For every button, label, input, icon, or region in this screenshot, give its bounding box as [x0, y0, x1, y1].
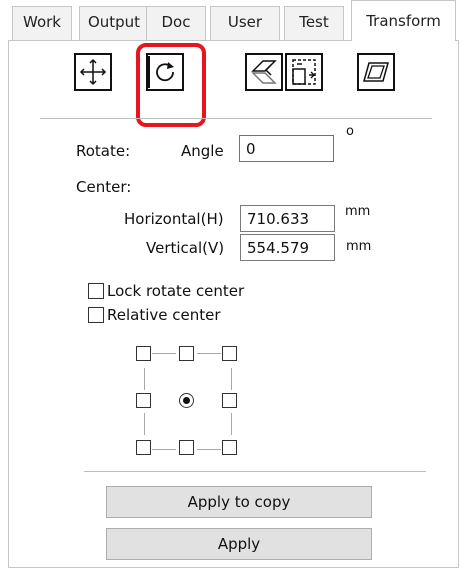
lock-rotate-center-label[interactable]: Lock rotate center — [107, 281, 244, 301]
center-label: Center: — [76, 178, 132, 196]
grid-line — [144, 413, 145, 435]
scale-tool-button[interactable] — [285, 53, 323, 91]
relative-center-label[interactable]: Relative center — [107, 305, 221, 325]
skew-icon — [363, 62, 389, 82]
tab-user[interactable]: User — [210, 6, 280, 40]
anchor-middle-right[interactable] — [222, 393, 237, 408]
anchor-bottom-center[interactable] — [179, 440, 194, 455]
grid-line — [231, 413, 232, 435]
anchor-top-right[interactable] — [222, 346, 237, 361]
rotate-label: Rotate: — [76, 142, 131, 160]
anchor-bottom-left[interactable] — [136, 440, 151, 455]
scale-icon — [292, 59, 316, 85]
tab-doc[interactable]: Doc — [146, 6, 206, 40]
grid-divider — [84, 471, 426, 472]
anchor-middle-left[interactable] — [136, 393, 151, 408]
toolbar-divider — [40, 118, 432, 119]
move-icon — [79, 58, 107, 86]
angle-input[interactable] — [239, 135, 334, 162]
lock-rotate-center-checkbox[interactable] — [88, 283, 104, 299]
horizontal-label: Horizontal(H) — [124, 210, 224, 228]
grid-line — [144, 368, 145, 390]
skew-tool-button[interactable] — [357, 53, 395, 91]
tab-output[interactable]: Output — [79, 6, 149, 40]
apply-to-copy-button[interactable]: Apply to copy — [106, 486, 372, 518]
grid-line — [231, 368, 232, 390]
tab-bar: Work Output Doc User Test Transform — [0, 0, 467, 41]
anchor-bottom-right[interactable] — [222, 440, 237, 455]
tab-work[interactable]: Work — [12, 6, 72, 40]
apply-button[interactable]: Apply — [106, 528, 372, 560]
vertical-unit: mm — [346, 239, 372, 254]
tab-transform[interactable]: Transform — [351, 0, 456, 41]
horizontal-input[interactable] — [240, 205, 335, 232]
grid-line — [197, 353, 221, 354]
vertical-label: Vertical(V) — [146, 239, 225, 257]
move-tool-button[interactable] — [74, 53, 112, 91]
relative-center-checkbox[interactable] — [88, 307, 104, 323]
grid-line — [152, 449, 176, 450]
grid-line — [197, 449, 221, 450]
selected-tool-highlight — [136, 43, 206, 127]
degree-unit: o — [346, 124, 354, 139]
vertical-input[interactable] — [240, 234, 335, 261]
anchor-center-radio[interactable] — [179, 393, 194, 408]
mirror-tool-button[interactable] — [245, 53, 283, 91]
mirror-icon — [251, 60, 277, 84]
horizontal-unit: mm — [345, 204, 371, 219]
angle-label: Angle — [181, 142, 224, 160]
anchor-top-center[interactable] — [179, 346, 194, 361]
anchor-top-left[interactable] — [136, 346, 151, 361]
grid-line — [152, 353, 176, 354]
tab-test[interactable]: Test — [284, 6, 344, 40]
